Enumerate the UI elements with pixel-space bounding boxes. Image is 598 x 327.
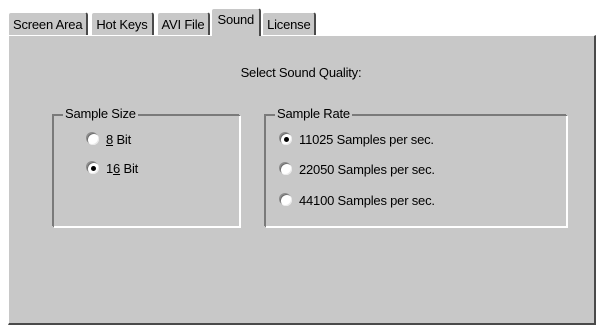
radio-button-16-bit[interactable] (87, 162, 99, 174)
tab-screen-area[interactable]: Screen Area (8, 12, 89, 36)
radio-16-bit[interactable]: 16 Bit (87, 159, 138, 177)
radio-label-11025: 11025 Samples per sec. (299, 131, 434, 147)
sample-size-title: Sample Size (63, 106, 138, 122)
sample-rate-title: Sample Rate (275, 106, 352, 122)
tab-avi-file[interactable]: AVI File (156, 12, 211, 36)
radio-44100[interactable]: 44100 Samples per sec. (280, 191, 435, 209)
tab-sound[interactable]: Sound (211, 8, 262, 36)
radio-label-44100: 44100 Samples per sec. (299, 192, 435, 208)
radio-label-8-bit: 8 Bit (106, 131, 132, 147)
radio-label-22050: 22050 Samples per sec. (299, 161, 435, 177)
tab-license[interactable]: License (262, 12, 317, 36)
radio-button-22050[interactable] (280, 163, 292, 175)
radio-label-16-bit: 16 Bit (106, 160, 139, 176)
sound-settings-dialog: Screen Area Hot Keys AVI File Sound Lice… (0, 0, 598, 327)
sound-tab-panel: Select Sound Quality: Sample Size 8 Bit … (8, 35, 596, 325)
radio-11025[interactable]: 11025 Samples per sec. (280, 130, 434, 148)
radio-8-bit[interactable]: 8 Bit (87, 130, 131, 148)
radio-button-11025[interactable] (280, 133, 292, 145)
sound-quality-heading: Select Sound Quality: (240, 65, 362, 80)
sample-rate-group: Sample Rate 11025 Samples per sec. 22050… (265, 106, 567, 227)
radio-22050[interactable]: 22050 Samples per sec. (280, 160, 435, 178)
sample-size-group: Sample Size 8 Bit 16 Bit (53, 106, 240, 227)
tab-strip: Screen Area Hot Keys AVI File Sound Lice… (8, 8, 319, 36)
tab-hot-keys[interactable]: Hot Keys (91, 12, 154, 36)
radio-button-44100[interactable] (280, 194, 292, 206)
radio-button-8-bit[interactable] (87, 133, 99, 145)
